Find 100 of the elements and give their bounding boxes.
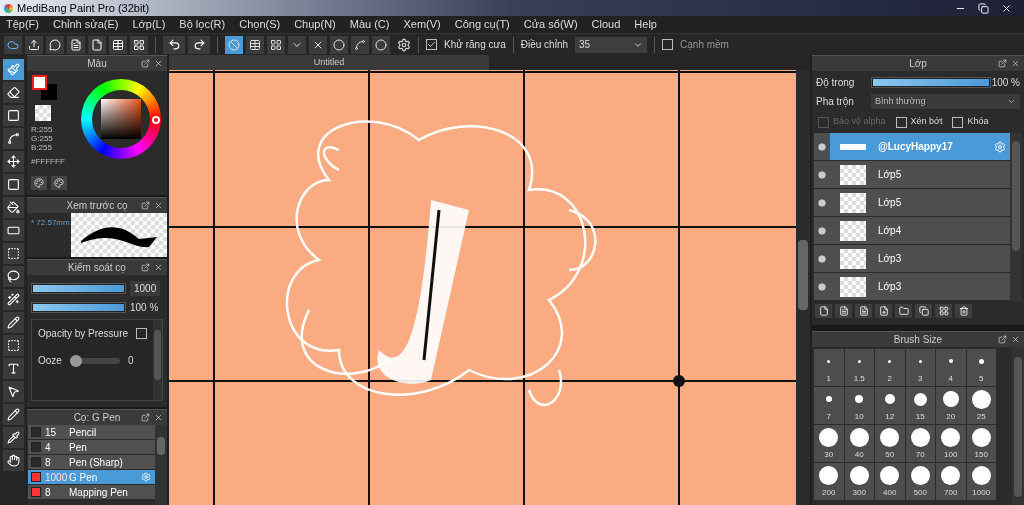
- undock-icon[interactable]: [998, 59, 1007, 68]
- text-panel-icon[interactable]: [67, 35, 85, 54]
- brush-item[interactable]: 15 Pencil: [28, 425, 155, 440]
- curve-icon[interactable]: [2, 128, 24, 149]
- document-tab[interactable]: Untitled: [169, 55, 489, 70]
- brush-icon[interactable]: [2, 59, 24, 80]
- brush-size-cell[interactable]: 1: [814, 349, 844, 386]
- brush-size-cell[interactable]: 700: [936, 463, 966, 500]
- visibility-icon[interactable]: [818, 254, 826, 263]
- visibility-icon[interactable]: [818, 198, 826, 207]
- menu-item[interactable]: Màu (C): [349, 16, 390, 33]
- lasso-icon[interactable]: [2, 266, 24, 287]
- ooze-track[interactable]: [70, 357, 120, 364]
- layer-icon[interactable]: [835, 304, 852, 318]
- layer-row[interactable]: Lớp3: [814, 245, 1010, 273]
- layer-icon[interactable]: [855, 304, 872, 318]
- menu-item[interactable]: Chọn(S): [239, 16, 281, 33]
- menu-item[interactable]: Bộ lọc(R): [179, 16, 226, 33]
- parallel-lines-icon[interactable]: [246, 35, 264, 54]
- scrollbar[interactable]: [1012, 347, 1024, 505]
- layer-row[interactable]: Lớp4: [814, 217, 1010, 245]
- folder-icon[interactable]: [895, 304, 912, 318]
- cloud-button[interactable]: [4, 35, 22, 54]
- scrollbar[interactable]: [1010, 133, 1022, 301]
- brush-size-cell[interactable]: 7: [814, 387, 844, 424]
- rectangle-icon[interactable]: [2, 220, 24, 241]
- soft-edge-checkbox[interactable]: [662, 39, 674, 50]
- pointer-icon[interactable]: [2, 381, 24, 402]
- brush-size-cell[interactable]: 150: [966, 425, 996, 462]
- pencil-icon[interactable]: [2, 404, 24, 425]
- brush-size-cell[interactable]: 20: [936, 387, 966, 424]
- hand-icon[interactable]: [2, 450, 24, 471]
- transparent-swatch[interactable]: [35, 105, 51, 121]
- pressure-checkbox[interactable]: [136, 328, 148, 339]
- menu-item[interactable]: Tệp(F): [6, 16, 39, 33]
- brush-size-cell[interactable]: 10: [844, 387, 874, 424]
- brush-size-cell[interactable]: 5: [966, 349, 996, 386]
- menu-item[interactable]: Lớp(L): [132, 16, 166, 33]
- brush-size-cell[interactable]: 1.5: [844, 349, 874, 386]
- export-icon[interactable]: [25, 35, 43, 54]
- bucket-icon[interactable]: [2, 197, 24, 218]
- redo-button[interactable]: [188, 35, 210, 54]
- brush-size-cell[interactable]: 30: [814, 425, 844, 462]
- brush-size-cell[interactable]: 25: [966, 387, 996, 424]
- square-icon[interactable]: [2, 105, 24, 126]
- scrollbar[interactable]: [153, 320, 162, 400]
- curve-icon[interactable]: [351, 35, 369, 54]
- menu-item[interactable]: Chỉnh sửa(E): [53, 16, 119, 33]
- color-square[interactable]: [101, 99, 141, 139]
- menu-item[interactable]: Cloud: [591, 16, 621, 33]
- brush-size-cell[interactable]: 300: [844, 463, 874, 500]
- layer-row[interactable]: Lớp5: [814, 189, 1010, 217]
- correction-dropdown[interactable]: 35: [575, 36, 648, 53]
- add-layer-icon[interactable]: [875, 304, 892, 318]
- layer-option-checkbox[interactable]: [952, 116, 964, 128]
- brush-size-cell[interactable]: 2: [875, 349, 905, 386]
- antialias-checkbox[interactable]: [426, 39, 437, 50]
- brush-size-cell[interactable]: 40: [844, 425, 874, 462]
- no-snap-icon[interactable]: [225, 35, 243, 54]
- menu-item[interactable]: Công cụ(T): [454, 16, 510, 33]
- brush-size-cell[interactable]: 400: [875, 463, 905, 500]
- layer-row[interactable]: Lớp3: [814, 273, 1010, 301]
- undock-icon[interactable]: [141, 263, 150, 272]
- square-icon[interactable]: [2, 174, 24, 195]
- visibility-icon[interactable]: [818, 282, 826, 291]
- new-layer-icon[interactable]: [815, 304, 832, 318]
- palette-button[interactable]: [51, 176, 67, 190]
- brush-size-cell[interactable]: 70: [905, 425, 935, 462]
- dashed-square-icon[interactable]: [2, 335, 24, 356]
- layer-row[interactable]: Lớp5: [814, 161, 1010, 189]
- page-icon[interactable]: [88, 35, 106, 54]
- restore-icon[interactable]: [978, 2, 989, 14]
- visibility-icon[interactable]: [818, 226, 826, 235]
- trash-icon[interactable]: [955, 304, 972, 318]
- duplicate-icon[interactable]: [915, 304, 932, 318]
- menu-item[interactable]: Chụp(N): [294, 16, 336, 33]
- close-icon[interactable]: [1001, 2, 1012, 14]
- blend-dropdown[interactable]: Bình thường: [871, 94, 1020, 109]
- ooze-thumb[interactable]: [70, 354, 82, 367]
- menu-item[interactable]: Xem(V): [403, 16, 441, 33]
- brush-size-cell[interactable]: 4: [936, 349, 966, 386]
- brush-size-cell[interactable]: 15: [905, 387, 935, 424]
- move-icon[interactable]: [2, 151, 24, 172]
- pencil-icon[interactable]: [2, 312, 24, 333]
- visibility-icon[interactable]: [818, 142, 826, 151]
- grid-lines-icon[interactable]: [267, 35, 285, 54]
- brush-item[interactable]: 4 Pen: [28, 440, 155, 455]
- speech-bubble-icon[interactable]: [46, 35, 64, 54]
- eraser-icon[interactable]: [2, 82, 24, 103]
- brush-size-cell[interactable]: 500: [905, 463, 935, 500]
- list-icon[interactable]: [109, 35, 127, 54]
- undo-button[interactable]: [163, 35, 185, 54]
- brush-item[interactable]: 8 Pen (Sharp): [28, 455, 155, 470]
- brush-size-cell[interactable]: 1000: [966, 463, 996, 500]
- brush-size-cell[interactable]: 50: [875, 425, 905, 462]
- settings-icon[interactable]: [397, 37, 411, 52]
- undock-icon[interactable]: [141, 59, 150, 68]
- undock-icon[interactable]: [998, 335, 1007, 344]
- scrollbar[interactable]: [155, 425, 167, 505]
- menu-item[interactable]: Help: [634, 16, 657, 33]
